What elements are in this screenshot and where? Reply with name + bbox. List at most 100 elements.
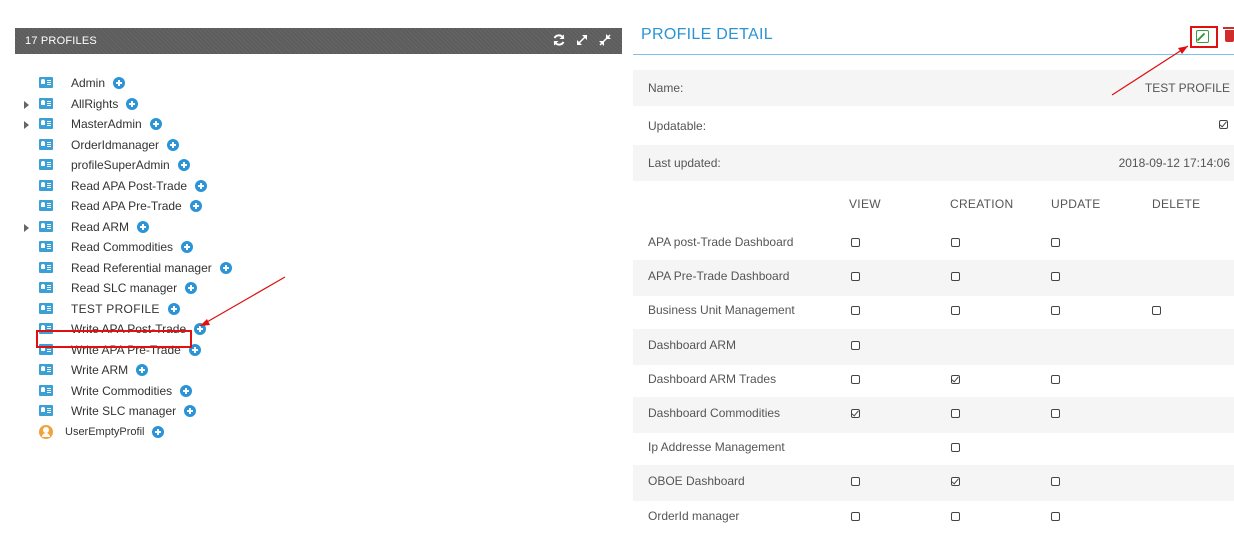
- add-profile-icon[interactable]: [126, 97, 138, 110]
- profile-tree-item[interactable]: Read APA Pre-Trade: [0, 197, 600, 217]
- profile-label[interactable]: Write ARM: [71, 361, 128, 379]
- column-header-creation: CREATION: [950, 197, 1014, 211]
- add-profile-icon[interactable]: [185, 282, 197, 294]
- permission-creation-checkbox[interactable]: [951, 374, 960, 384]
- add-profile-icon[interactable]: [150, 118, 162, 130]
- refresh-icon[interactable]: [552, 33, 566, 47]
- profile-tree-item[interactable]: UserEmptyProfil: [0, 423, 600, 443]
- collapse-icon[interactable]: [598, 33, 612, 47]
- profile-tree-item[interactable]: TEST PROFILE: [0, 300, 600, 320]
- expand-caret-icon[interactable]: [24, 100, 29, 109]
- permission-view-checkbox[interactable]: [851, 477, 860, 487]
- profile-tree-item[interactable]: Admin: [0, 74, 600, 94]
- permission-view-checkbox[interactable]: [851, 511, 860, 521]
- expand-icon[interactable]: [575, 33, 589, 47]
- add-profile-icon[interactable]: [178, 159, 190, 171]
- add-profile-icon[interactable]: [113, 77, 125, 89]
- add-profile-icon[interactable]: [168, 302, 180, 315]
- header-toolbar: [552, 33, 612, 47]
- permission-creation-checkbox[interactable]: [951, 272, 960, 282]
- permission-name: APA Pre-Trade Dashboard: [648, 269, 790, 284]
- profile-card-icon: [39, 138, 53, 150]
- add-profile-icon[interactable]: [180, 384, 192, 397]
- add-profile-icon[interactable]: [167, 138, 179, 151]
- expand-caret-icon[interactable]: [24, 121, 29, 129]
- profile-label[interactable]: TEST PROFILE: [71, 300, 160, 318]
- profile-label[interactable]: Write Commodities: [71, 382, 172, 400]
- updatable-row: Updatable:: [633, 108, 1234, 144]
- permission-update-checkbox[interactable]: [1051, 306, 1060, 316]
- profile-tree-item[interactable]: MasterAdmin: [0, 115, 600, 135]
- profile-card-icon: [39, 220, 53, 232]
- profile-tree-item[interactable]: profileSuperAdmin: [0, 156, 600, 176]
- profile-label[interactable]: Admin: [71, 74, 105, 92]
- profile-tree-item[interactable]: OrderIdmanager: [0, 136, 600, 156]
- permission-view-checkbox[interactable]: [851, 272, 860, 282]
- permission-creation-checkbox[interactable]: [951, 477, 960, 487]
- name-value: TEST PROFILE: [1144, 81, 1230, 95]
- profile-label[interactable]: Read Referential manager: [71, 259, 212, 277]
- profile-label[interactable]: Read SLC manager: [71, 279, 177, 297]
- profile-label[interactable]: MasterAdmin: [71, 115, 142, 133]
- permission-update-checkbox[interactable]: [1051, 272, 1060, 282]
- add-profile-icon[interactable]: [152, 425, 164, 438]
- permission-update-checkbox[interactable]: [1051, 374, 1060, 384]
- profile-card-icon: [39, 302, 53, 314]
- profile-label[interactable]: Read ARM: [71, 218, 129, 236]
- profile-card-icon: [39, 405, 53, 416]
- profile-label[interactable]: UserEmptyProfil: [65, 423, 144, 441]
- edit-button-highlight: [1190, 26, 1218, 48]
- add-profile-icon[interactable]: [181, 241, 193, 253]
- profile-card-icon: [39, 364, 53, 375]
- updatable-checkbox[interactable]: [1219, 120, 1228, 129]
- profile-tree-item[interactable]: Read SLC manager: [0, 279, 600, 299]
- permission-creation-checkbox[interactable]: [951, 306, 960, 316]
- profile-tree-item[interactable]: Read ARM: [0, 218, 600, 238]
- profile-tree-item[interactable]: Write SLC manager: [0, 402, 600, 422]
- add-profile-icon[interactable]: [195, 179, 207, 192]
- permission-creation-checkbox[interactable]: [951, 409, 960, 418]
- add-profile-icon[interactable]: [184, 405, 196, 417]
- permission-update-checkbox[interactable]: [1051, 409, 1060, 418]
- profile-tree-item[interactable]: Write ARM: [0, 361, 600, 381]
- delete-icon[interactable]: [1223, 27, 1234, 42]
- last-updated-row: Last updated: 2018-09-12 17:14:06: [633, 145, 1234, 181]
- permission-update-checkbox[interactable]: [1051, 238, 1060, 247]
- permission-delete-checkbox[interactable]: [1152, 306, 1161, 316]
- permission-creation-checkbox[interactable]: [951, 511, 960, 521]
- permission-creation-checkbox[interactable]: [951, 238, 960, 247]
- permission-name: Ip Addresse Management: [648, 440, 785, 455]
- permission-row: Business Unit Management: [633, 294, 1234, 330]
- permission-update-checkbox[interactable]: [1051, 477, 1060, 487]
- profile-label[interactable]: Read Commodities: [71, 238, 173, 256]
- permission-view-checkbox[interactable]: [851, 306, 860, 316]
- profile-tree-item[interactable]: Read Commodities: [0, 238, 600, 258]
- expand-caret-icon[interactable]: [24, 223, 29, 232]
- permission-view-checkbox[interactable]: [851, 340, 860, 350]
- permission-creation-checkbox[interactable]: [951, 443, 960, 453]
- add-profile-icon[interactable]: [190, 200, 202, 212]
- profile-tree-item[interactable]: AllRights: [0, 95, 600, 115]
- permission-update-checkbox[interactable]: [1051, 511, 1060, 521]
- column-header-delete: DELETE: [1152, 197, 1201, 211]
- profile-tree-item[interactable]: Write Commodities: [0, 382, 600, 402]
- edit-icon[interactable]: [1196, 30, 1209, 43]
- profile-label[interactable]: Read APA Post-Trade: [71, 177, 187, 195]
- add-profile-icon[interactable]: [220, 261, 232, 274]
- add-profile-icon[interactable]: [194, 323, 206, 335]
- profile-tree-item[interactable]: Read APA Post-Trade: [0, 177, 600, 197]
- permission-name: OrderId manager: [648, 508, 740, 523]
- profile-label[interactable]: Write SLC manager: [71, 402, 176, 420]
- permission-name: APA post-Trade Dashboard: [648, 235, 794, 249]
- permission-view-checkbox[interactable]: [851, 238, 860, 247]
- profile-label[interactable]: profileSuperAdmin: [71, 156, 170, 174]
- profile-tree-item[interactable]: Read Referential manager: [0, 259, 600, 279]
- add-profile-icon[interactable]: [136, 364, 148, 376]
- profile-label[interactable]: OrderIdmanager: [71, 136, 159, 154]
- permission-name: Dashboard Commodities: [648, 406, 781, 420]
- permission-view-checkbox[interactable]: [851, 409, 860, 418]
- add-profile-icon[interactable]: [137, 220, 149, 233]
- permission-view-checkbox[interactable]: [851, 374, 860, 384]
- profile-label[interactable]: Read APA Pre-Trade: [71, 197, 182, 215]
- profile-label[interactable]: AllRights: [71, 95, 118, 113]
